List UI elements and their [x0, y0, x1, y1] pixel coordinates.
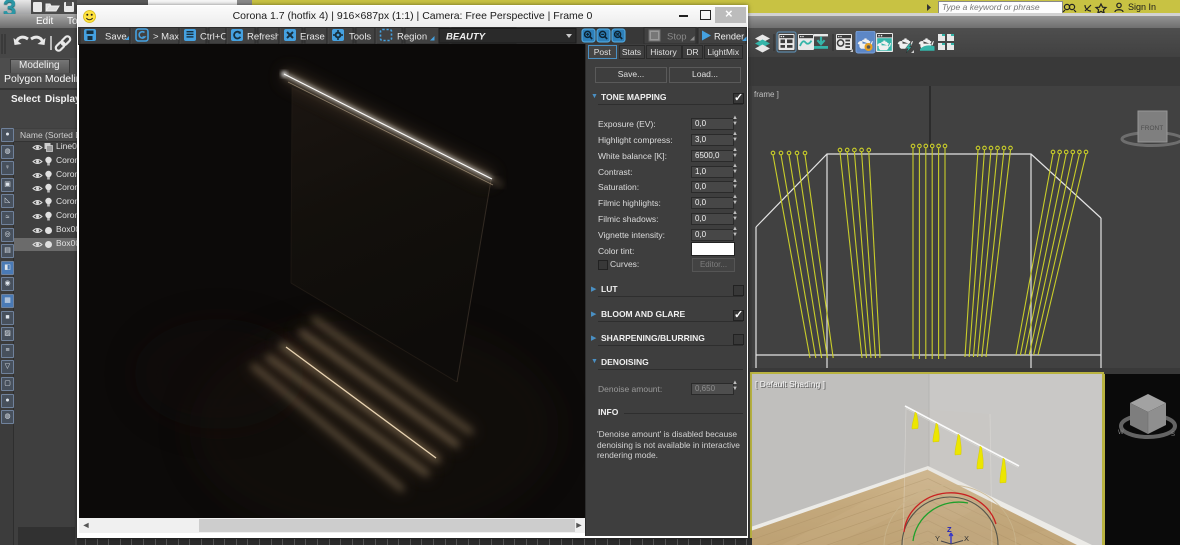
svg-text:BEAUTY: BEAUTY [446, 32, 487, 43]
svg-text:W: W [1118, 430, 1124, 436]
svg-text:X: X [964, 534, 969, 543]
svg-text:[ Default Shading ]: [ Default Shading ] [755, 379, 825, 389]
svg-text:FRONT: FRONT [1141, 125, 1163, 132]
svg-text:Z: Z [947, 525, 952, 534]
svg-text:Y: Y [935, 534, 940, 543]
svg-text:Erase: Erase [300, 32, 325, 43]
svg-text:Region: Region [397, 32, 427, 43]
svg-text:Refresh: Refresh [247, 32, 280, 43]
svg-text:Ctrl+C: Ctrl+C [200, 32, 227, 43]
svg-text:> Max: > Max [153, 32, 179, 43]
svg-text:Save: Save [105, 32, 127, 43]
svg-text:Stop: Stop [667, 32, 687, 43]
svg-text:S: S [1171, 432, 1175, 438]
svg-text:frame ]: frame ] [754, 90, 779, 99]
svg-text:Tools: Tools [349, 32, 371, 43]
svg-text:Render: Render [714, 32, 744, 42]
